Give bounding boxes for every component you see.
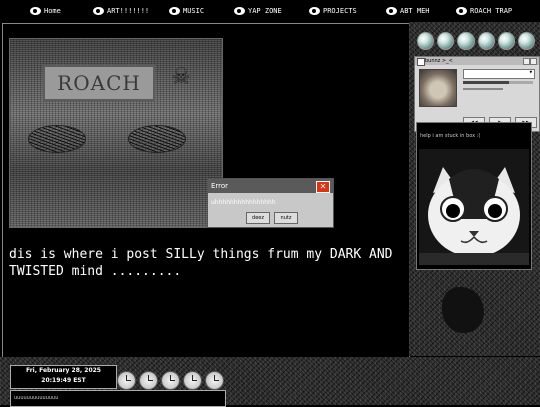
nav-projects[interactable]: PROJECTS <box>309 4 357 18</box>
orb-row <box>417 32 536 50</box>
cat-in-box-image <box>419 149 529 265</box>
scribble-right <box>128 125 186 153</box>
skull-crossbones-icon: ☠ <box>172 58 190 91</box>
clock-icon <box>183 371 202 390</box>
roach-grave-photo: ROACH ☠ <box>9 38 223 228</box>
top-nav: Home ART!!!!!!! MUSIC YAP ZONE PROJECTS … <box>0 0 540 22</box>
player-title-text: bunnz >_< <box>425 58 453 64</box>
dialog-title: Error ✕ <box>208 179 333 193</box>
nav-label: ROACH TRAP <box>470 7 513 15</box>
dialog-message: uhhhhhhhhhhhhhhhh <box>211 199 276 206</box>
box-caption: help i am stuck in box :( <box>420 133 481 139</box>
clock-icon <box>117 371 136 390</box>
nav-label: PROJECTS <box>323 7 357 15</box>
date-text: Fri, February 28, 2025 <box>26 367 101 374</box>
clock-icon <box>139 371 158 390</box>
nav-label: ABT MEH <box>400 7 430 15</box>
box-panel: help i am stuck in box :( <box>416 122 532 270</box>
chat-text: uuuuuuuuuuuuuu <box>14 395 59 401</box>
scribble-left <box>28 125 86 153</box>
dialog-title-text: Error <box>211 182 229 190</box>
close-icon[interactable]: ✕ <box>316 181 330 193</box>
chat-box[interactable]: uuuuuuuuuuuuuu <box>10 390 226 407</box>
nav-yap-zone[interactable]: YAP ZONE <box>234 4 282 18</box>
nav-art[interactable]: ART!!!!!!! <box>93 4 149 18</box>
music-player: bunnz >_< ◀◀ ▶ ▶▶ <box>414 56 540 132</box>
nav-abt-meh[interactable]: ABT MEH <box>386 4 430 18</box>
nav-label: Home <box>44 7 61 15</box>
nav-music[interactable]: MUSIC <box>169 4 204 18</box>
track-progress-fill <box>463 81 509 84</box>
grave-sign: ROACH <box>43 65 155 101</box>
orb-icon <box>517 32 536 50</box>
track-select[interactable] <box>463 68 535 79</box>
nav-label: ART!!!!!!! <box>107 7 150 15</box>
orb-icon <box>457 32 475 50</box>
orb-icon <box>497 32 515 50</box>
deez-button[interactable]: deez <box>246 212 270 224</box>
eye-icon <box>30 7 41 15</box>
player-title: bunnz >_< <box>415 57 539 66</box>
orb-icon <box>417 32 435 50</box>
intro-caption: dis is where i post SILLy things frum my… <box>9 247 393 279</box>
clock-icon <box>205 371 224 390</box>
clock-row <box>117 371 224 390</box>
track-progress-bar[interactable] <box>463 81 533 84</box>
clock-icon <box>161 371 180 390</box>
time-text: 20:19:49 EST <box>41 377 86 384</box>
eye-icon <box>456 7 467 15</box>
nutz-button[interactable]: nutz <box>274 212 298 224</box>
eye-icon <box>309 7 320 15</box>
nav-home[interactable]: Home <box>30 4 61 18</box>
nav-label: YAP ZONE <box>248 7 282 15</box>
eye-icon <box>234 7 245 15</box>
minimize-icon[interactable] <box>523 58 530 65</box>
nav-label: MUSIC <box>183 7 205 15</box>
orb-icon <box>437 32 455 50</box>
nav-roach-trap[interactable]: ROACH TRAP <box>456 4 512 18</box>
cat-album-art <box>419 69 457 107</box>
eye-icon <box>386 7 397 15</box>
date-time-box: Fri, February 28, 2025 20:19:49 EST <box>10 365 117 389</box>
volume-slider[interactable] <box>463 88 503 90</box>
eye-icon <box>169 7 180 15</box>
eye-icon <box>93 7 104 15</box>
bottom-bar: Fri, February 28, 2025 20:19:49 EST uuuu… <box>0 357 540 407</box>
error-dialog: Error ✕ uhhhhhhhhhhhhhhhh deez nutz <box>207 178 334 228</box>
close-icon[interactable] <box>530 58 537 65</box>
orb-icon <box>477 32 495 50</box>
